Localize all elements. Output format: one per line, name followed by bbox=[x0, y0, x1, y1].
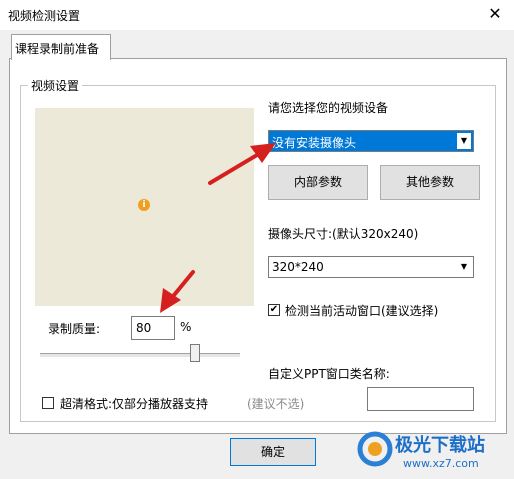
annotation-arrows bbox=[160, 143, 276, 313]
watermark-brand: 极光下载站 bbox=[395, 435, 485, 456]
arrow-to-device-select bbox=[208, 143, 276, 185]
arrow-to-quality-input bbox=[160, 270, 195, 313]
watermark-logo-icon bbox=[357, 431, 393, 467]
watermark: 极光下载站 www.xz7.com bbox=[355, 423, 514, 479]
watermark-url: www.xz7.com bbox=[403, 457, 479, 470]
